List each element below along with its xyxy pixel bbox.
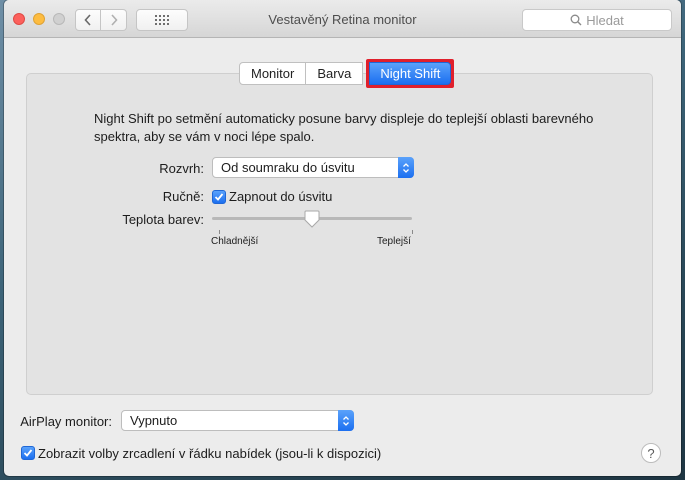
highlight-box: Night Shift	[366, 59, 455, 88]
slider-min-label: Chladnější	[211, 236, 259, 247]
slider-tick-min	[219, 230, 220, 234]
title-bar: Vestavěný Retina monitor Hledat	[4, 0, 681, 38]
search-placeholder: Hledat	[586, 12, 624, 28]
stepper-icon	[398, 157, 414, 178]
stepper-icon	[338, 410, 354, 431]
temperature-slider-knob[interactable]	[304, 210, 320, 228]
manual-label: Ručně:	[162, 189, 204, 204]
search-field[interactable]: Hledat	[522, 9, 672, 31]
night-shift-description: Night Shift po setmění automaticky posun…	[94, 111, 594, 144]
airplay-value: Vypnuto	[130, 413, 178, 428]
slider-tick-max	[412, 230, 413, 234]
mirroring-checkbox-label[interactable]: Zobrazit volby zrcadlení v řádku nabídek…	[38, 446, 381, 461]
help-button[interactable]: ?	[641, 443, 661, 463]
checkmark-icon	[214, 193, 224, 201]
system-preferences-window: Vestavěný Retina monitor Hledat Monitor …	[4, 0, 681, 476]
tab-night-shift[interactable]: Night Shift	[369, 62, 452, 85]
mirroring-checkbox[interactable]	[21, 446, 35, 460]
schedule-select[interactable]: Od soumraku do úsvitu	[212, 157, 414, 178]
airplay-label: AirPlay monitor:	[20, 414, 112, 429]
manual-checkbox-label[interactable]: Zapnout do úsvitu	[229, 189, 332, 204]
tab-bar: Monitor Barva Night Shift	[239, 59, 455, 88]
checkmark-icon	[23, 449, 33, 457]
tab-monitor[interactable]: Monitor	[239, 62, 307, 85]
tab-barva[interactable]: Barva	[306, 62, 364, 85]
temperature-label: Teplota barev:	[122, 212, 204, 227]
schedule-value: Od soumraku do úsvitu	[221, 160, 355, 175]
manual-checkbox[interactable]	[212, 190, 226, 204]
airplay-select[interactable]: Vypnuto	[121, 410, 354, 431]
help-icon: ?	[647, 445, 655, 461]
schedule-label: Rozvrh:	[159, 161, 204, 176]
slider-max-label: Teplejší	[377, 236, 411, 247]
search-icon	[570, 14, 582, 26]
